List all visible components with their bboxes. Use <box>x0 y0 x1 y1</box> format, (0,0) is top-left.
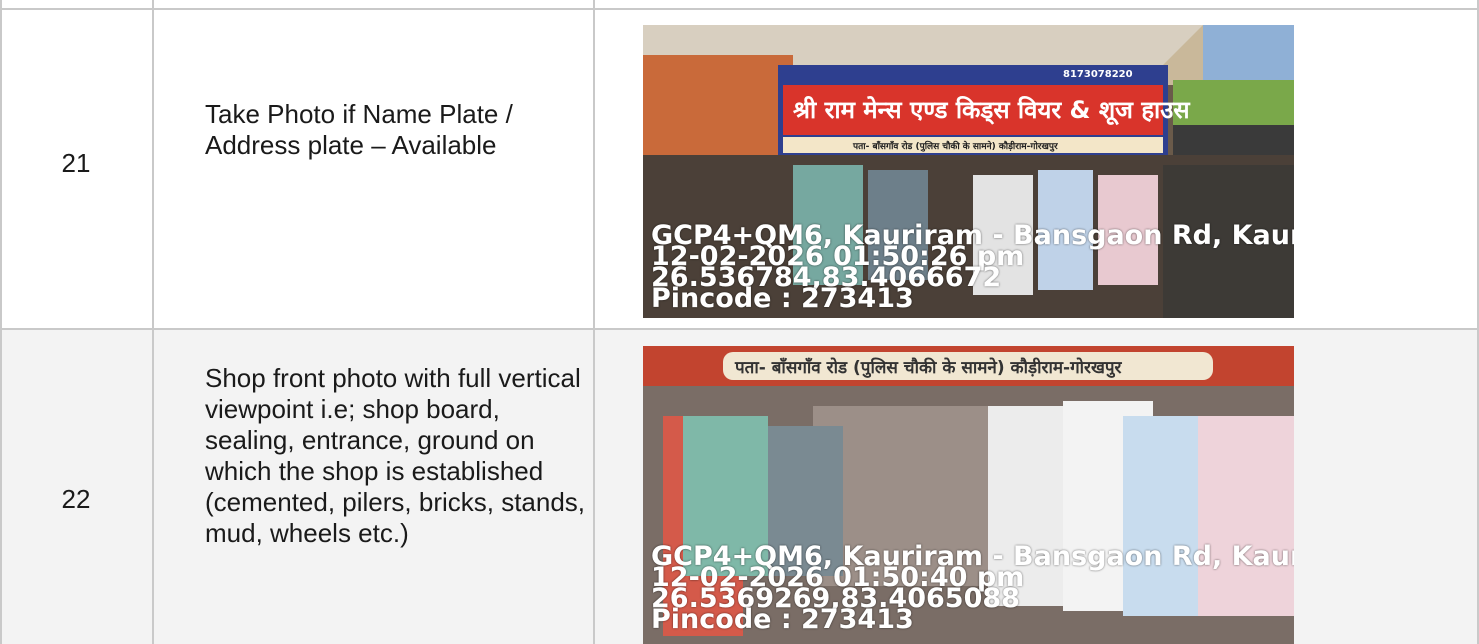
column-divider <box>152 0 154 644</box>
row-description: Take Photo if Name Plate / Address plate… <box>205 99 513 160</box>
table-row: 22 Shop front photo with full vertical v… <box>0 329 1479 644</box>
document-table: 21 Take Photo if Name Plate / Address pl… <box>0 0 1479 644</box>
shop-sign-text: श्री राम मेन्स एण्ड किड्स वियर & शूज हाउ… <box>793 96 1190 126</box>
table-border-left <box>0 0 2 644</box>
row-number: 22 <box>61 484 91 514</box>
table-border-top <box>0 8 1479 10</box>
row-divider <box>0 328 1479 330</box>
shop-sign-address: पता- बाँसगाँव रोड (पुलिस चौकी के सामने) … <box>734 357 1123 378</box>
table-row: 21 Take Photo if Name Plate / Address pl… <box>0 0 1479 329</box>
name-plate-photo: श्री राम मेन्स एण्ड किड्स वियर & शूज हाउ… <box>643 25 1294 318</box>
photo-geotag-overlay: GCP4+QM6, Kauriram - Bansgaon Rd, Kaurir… <box>651 543 1294 633</box>
shop-front-photo: पता- बाँसगाँव रोड (पुलिस चौकी के सामने) … <box>643 346 1294 644</box>
column-divider <box>593 0 595 644</box>
shop-sign-phone: 8173078220 <box>1063 69 1133 80</box>
row-description: Shop front photo with full vertical view… <box>205 363 586 548</box>
row-number: 21 <box>61 148 91 178</box>
photo-geotag-overlay: GCP4+QM6, Kauriram - Bansgaon Rd, Kaurir… <box>651 222 1294 312</box>
shop-sign-address: पता- बाँसगाँव रोड (पुलिस चौकी के सामने) … <box>852 140 1058 152</box>
